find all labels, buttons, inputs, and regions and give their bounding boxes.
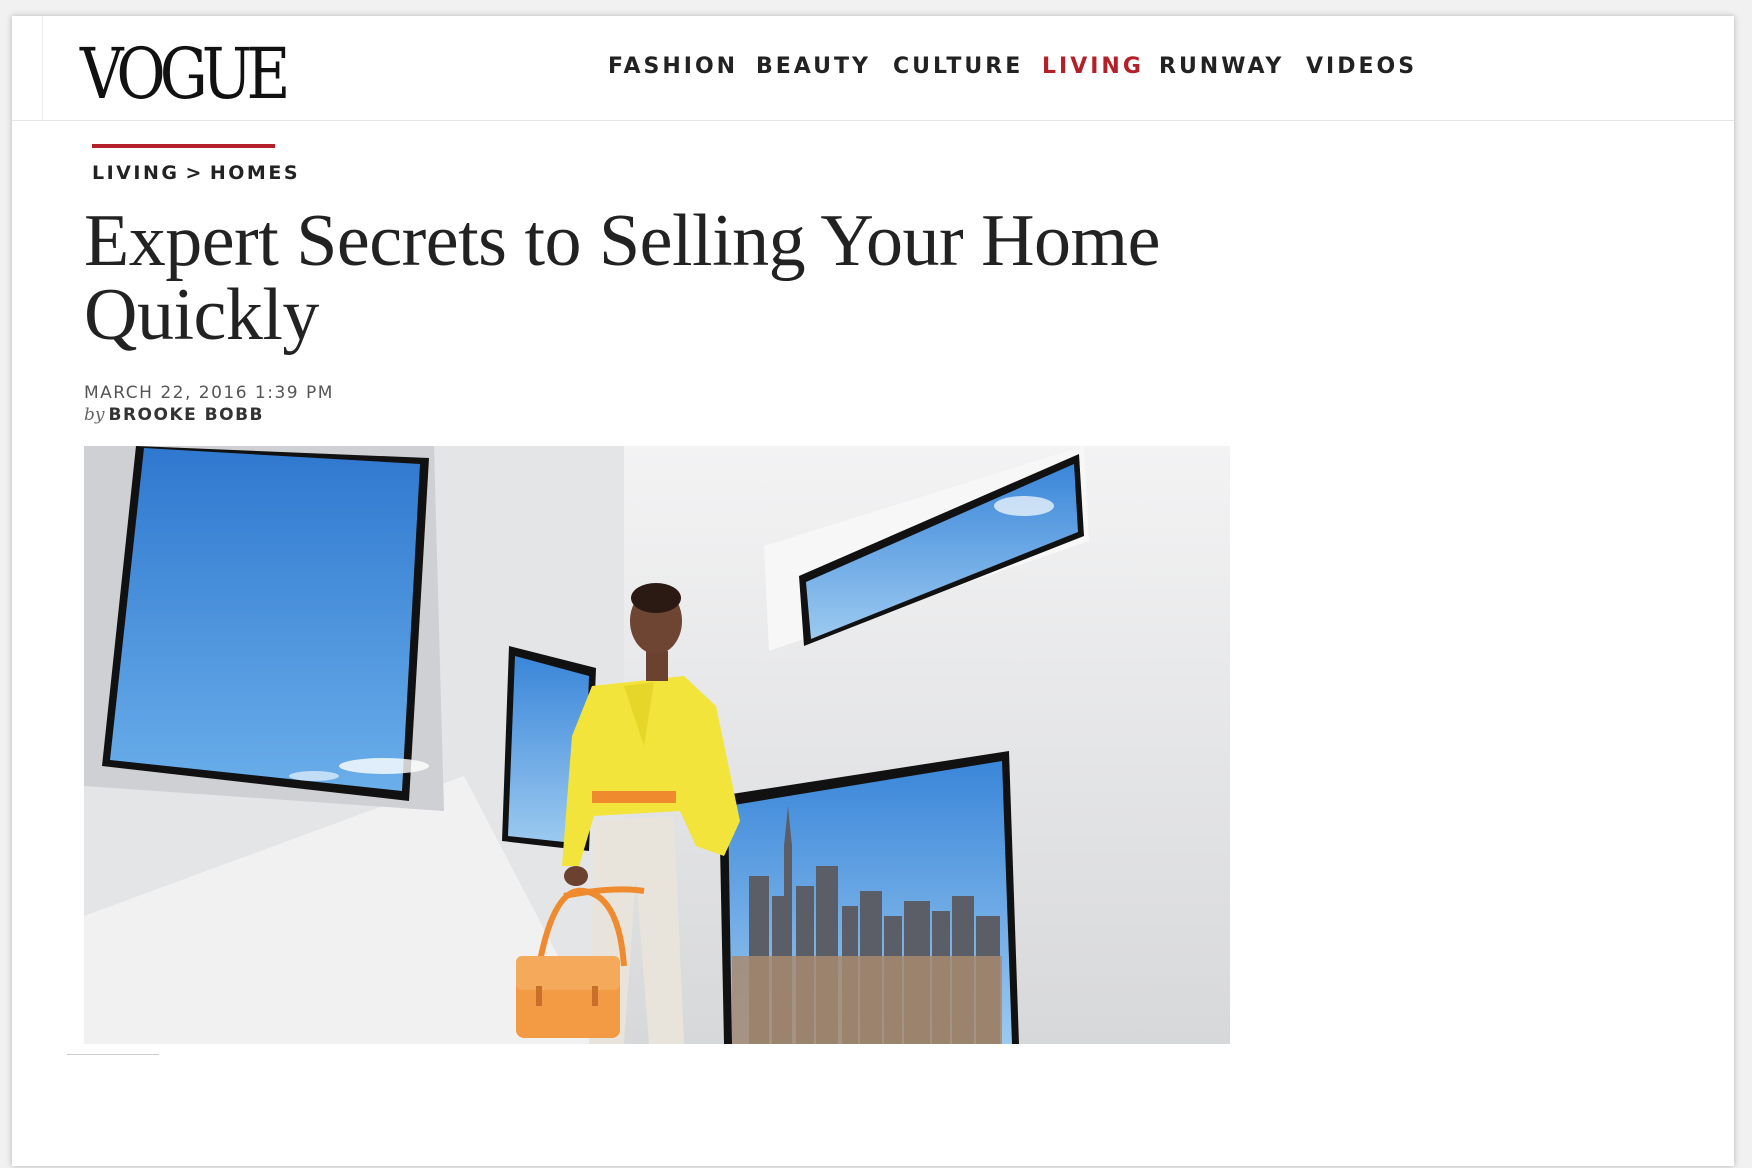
nav-item-culture[interactable]: CULTURE bbox=[893, 54, 1023, 79]
vogue-logo[interactable]: VOGUE bbox=[80, 36, 290, 112]
breadcrumb: LIVING > HOMES bbox=[92, 162, 300, 184]
article-byline: by BROOKE BOBB bbox=[84, 405, 264, 425]
site-header: VOGUE FASHION BEAUTY CULTURE LIVING RUNW… bbox=[12, 16, 1734, 121]
hero-illustration bbox=[84, 446, 1230, 1044]
breadcrumb-separator: > bbox=[185, 162, 204, 184]
hero-image[interactable] bbox=[84, 446, 1230, 1044]
nav-item-living[interactable]: LIVING bbox=[1042, 54, 1144, 79]
page-bottom-divider bbox=[67, 1054, 159, 1055]
section-rule bbox=[92, 144, 275, 148]
article-title: Expert Secrets to Selling Your Home Quic… bbox=[84, 200, 1160, 356]
nav-item-videos[interactable]: VIDEOS bbox=[1306, 54, 1417, 79]
nav-item-fashion[interactable]: FASHION bbox=[608, 54, 738, 79]
breadcrumb-homes[interactable]: HOMES bbox=[210, 162, 300, 184]
header-divider bbox=[42, 16, 43, 120]
nav-item-runway[interactable]: RUNWAY bbox=[1159, 54, 1284, 79]
breadcrumb-living[interactable]: LIVING bbox=[92, 162, 179, 184]
article-page: VOGUE FASHION BEAUTY CULTURE LIVING RUNW… bbox=[12, 16, 1734, 1166]
author-link[interactable]: BROOKE BOBB bbox=[109, 405, 264, 425]
nav-item-beauty[interactable]: BEAUTY bbox=[756, 54, 871, 79]
byline-prefix: by bbox=[84, 405, 105, 425]
article-date: MARCH 22, 2016 1:39 PM bbox=[84, 383, 334, 403]
